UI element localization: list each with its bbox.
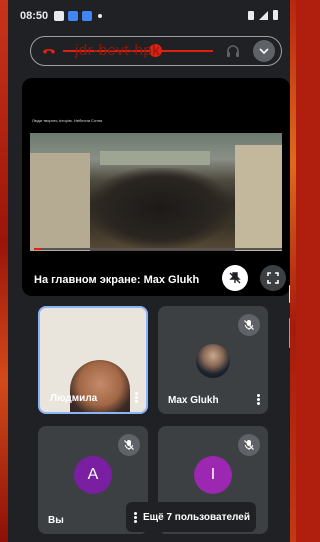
meeting-code[interactable]: jdr-bevt-hpk: [75, 42, 160, 59]
status-bar: 08:50: [8, 0, 290, 32]
participant-tile[interactable]: Max Glukh: [158, 306, 268, 414]
meeting-bar: jdr-bevt-hpk: [30, 36, 282, 66]
participant-tile[interactable]: Людмила: [38, 306, 148, 414]
building: [30, 153, 90, 251]
participant-name: Вы: [48, 515, 64, 526]
scrollbar-thumb[interactable]: [289, 285, 290, 303]
fullscreen-button[interactable]: [260, 265, 286, 291]
meet-screen: 08:50 jdr-bevt-hpk Люди творять історію.…: [8, 0, 290, 542]
vibrate-icon: [248, 10, 254, 20]
presentation-tile[interactable]: Люди творять історію. Небесна Сотня На г…: [22, 78, 290, 296]
more-people-label: Ещё 7 пользователей: [143, 511, 250, 523]
scrollbar-track[interactable]: [289, 318, 290, 348]
video-frame[interactable]: [30, 133, 282, 251]
mic-off-icon: [118, 434, 140, 456]
avatar: [196, 344, 230, 378]
chevron-down-icon[interactable]: [253, 40, 275, 62]
more-people-button[interactable]: Ещё 7 пользователей: [126, 502, 256, 532]
red-frame-left: [0, 0, 8, 542]
participant-name: Людмила: [50, 393, 98, 404]
fullscreen-icon: [267, 272, 279, 284]
unpin-icon: [229, 272, 241, 284]
headphones-icon[interactable]: [225, 43, 241, 64]
presenter-label: На главном экране: Max Glukh: [34, 274, 200, 286]
more-options-icon[interactable]: [257, 394, 260, 405]
image-icon: [54, 11, 65, 21]
more-options-icon: [134, 511, 137, 523]
meet-icon: [82, 11, 93, 21]
meet-icon: [68, 11, 79, 21]
video-title: Люди творять історію. Небесна Сотня: [32, 118, 103, 123]
building: [235, 145, 282, 251]
avatar: A: [74, 456, 112, 494]
crowd: [90, 168, 230, 248]
unpin-button[interactable]: [222, 265, 248, 291]
participant-video: [70, 360, 130, 412]
avatar: I: [194, 456, 232, 494]
signal-icon: [259, 10, 268, 20]
red-frame-right: [290, 0, 296, 542]
battery-icon: [273, 10, 278, 20]
mic-off-icon: [238, 434, 260, 456]
phone-hangup-icon[interactable]: [41, 43, 57, 64]
video-progress-fill: [34, 248, 42, 250]
dot-icon: [98, 14, 103, 18]
mic-off-icon: [238, 314, 260, 336]
status-time: 08:50: [20, 10, 49, 22]
building: [100, 151, 210, 165]
participant-name: Max Glukh: [168, 395, 219, 406]
video-progress-bar[interactable]: [34, 248, 282, 250]
more-options-icon[interactable]: [135, 392, 138, 403]
